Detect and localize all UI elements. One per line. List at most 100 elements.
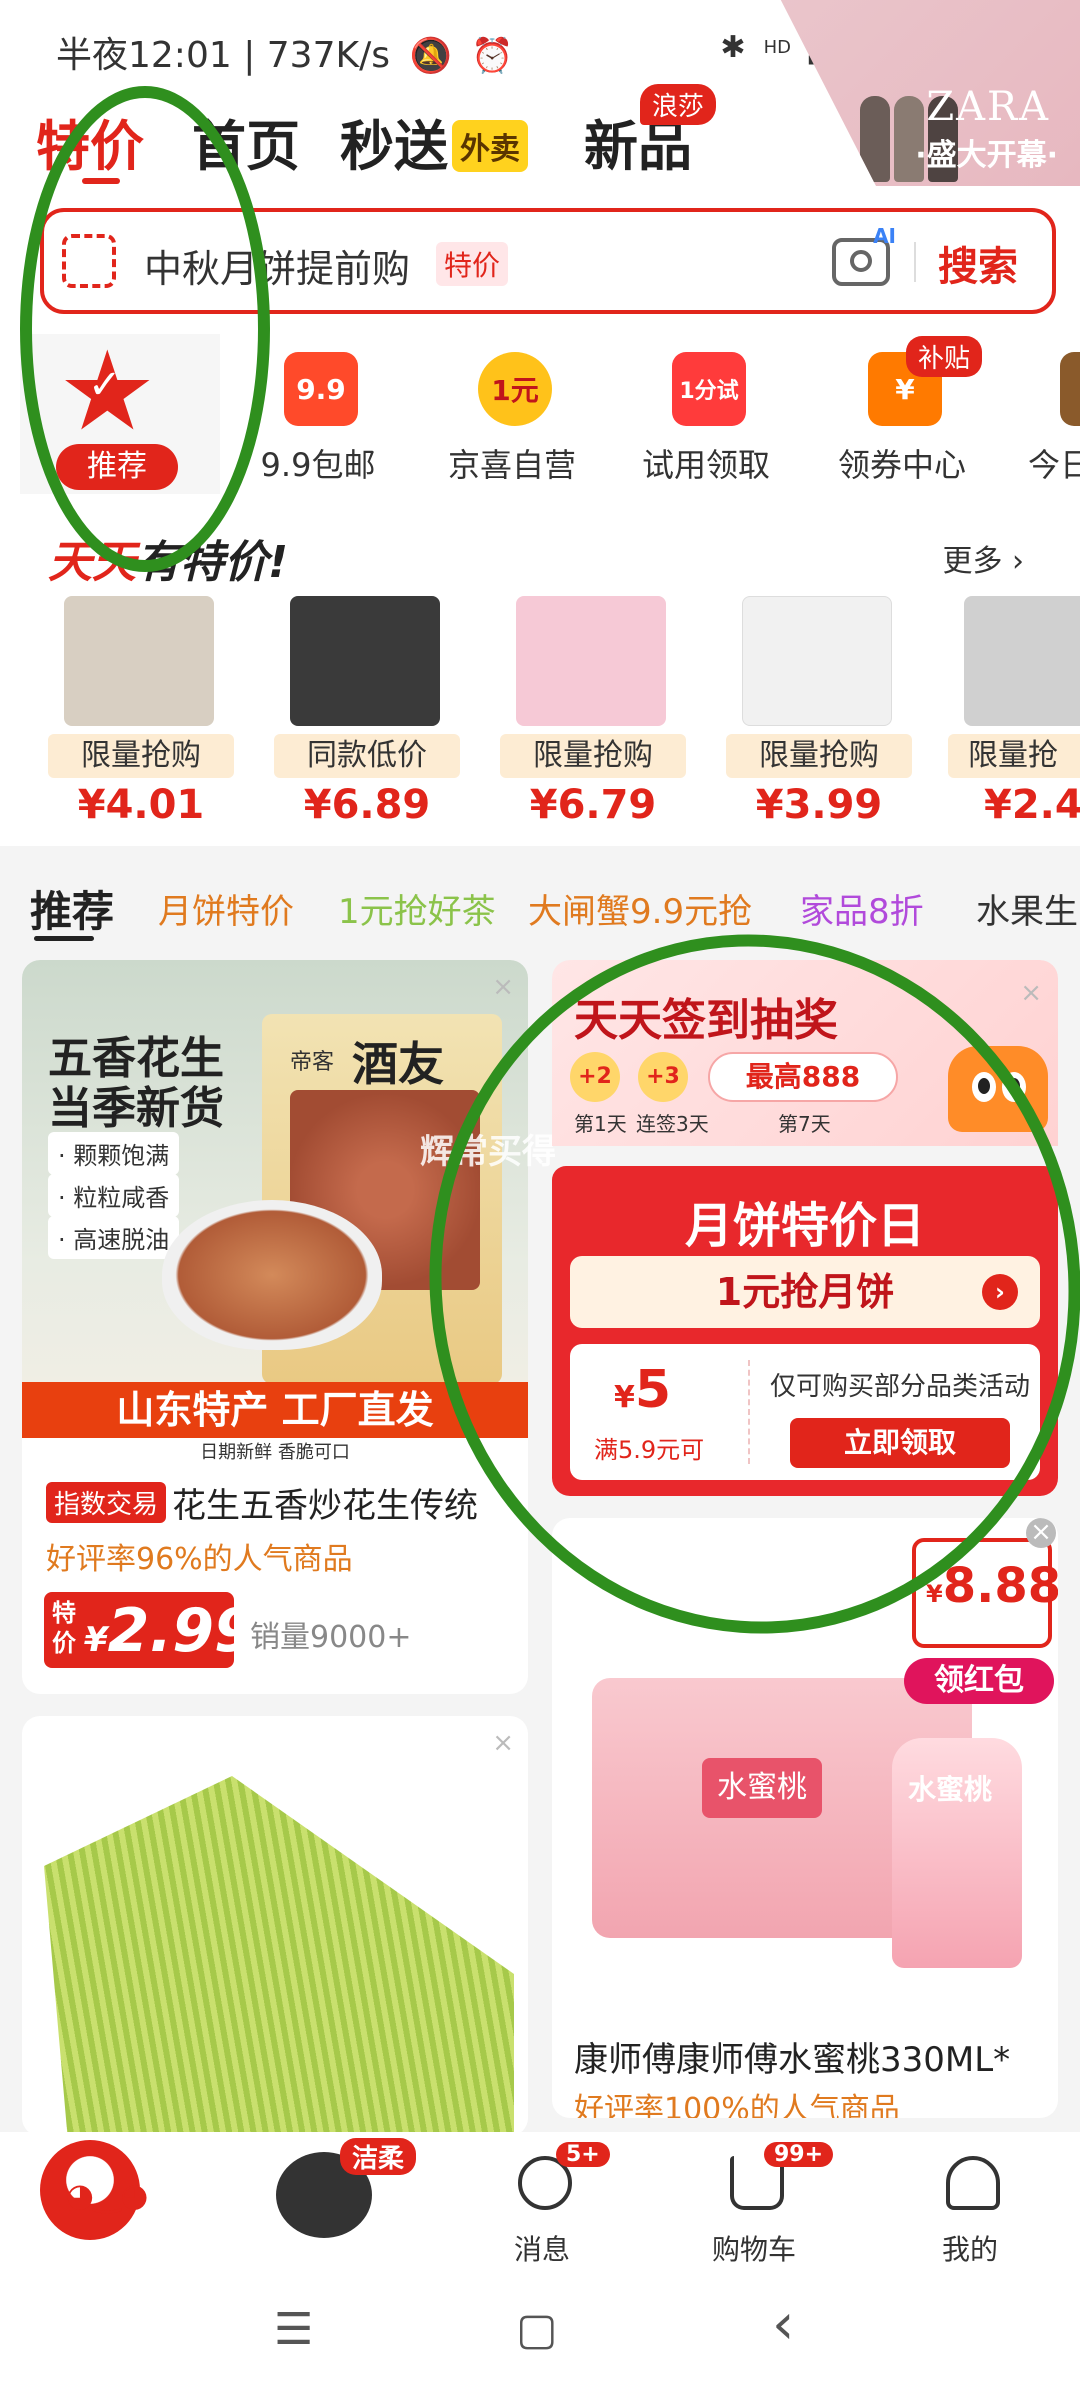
rec-tab-fruit[interactable]: 水果生: [976, 884, 1078, 933]
nav-label: 消息: [513, 2233, 570, 2266]
signin-max: 最高888: [708, 1052, 898, 1102]
camera-lens: [850, 250, 872, 272]
mute-icon: 🔕: [409, 36, 452, 76]
category-row: ★ ✓ 推荐 9.9 9.9包邮 1元 京喜自营 1分试 试用领取 ¥ 领券中心…: [0, 332, 1080, 500]
signin-card[interactable]: 天天签到抽奖 × +2 +3 最高888 第1天 连签3天 第7天 月饼特价日 …: [552, 960, 1058, 1496]
deal-item[interactable]: 限量抢购 ¥3.99: [722, 596, 912, 836]
deal-tag: 限量抢购: [500, 734, 686, 778]
search-tag: 特价: [436, 242, 509, 286]
tab-miaosong[interactable]: 秒送: [340, 102, 448, 181]
promo-title: 月饼特价日: [684, 1198, 925, 1254]
product-card-peanut[interactable]: 五香花生 当季新货 · 颗颗饱满 · 粒粒咸香 · 高速脱油 帝客 酒友 山东特…: [22, 960, 528, 1694]
close-icon[interactable]: ×: [1026, 1518, 1056, 1548]
active-tab-indicator: [34, 936, 94, 941]
step-label: 第1天: [574, 1112, 627, 1136]
deal-price: ¥6.79: [529, 782, 657, 828]
tab-tejia[interactable]: 特价: [36, 102, 144, 181]
arrow-right-icon: ›: [982, 1274, 1018, 1310]
grab-mooncake-button[interactable]: 1元抢月饼 ›: [570, 1256, 1040, 1328]
bottle-image: 水蜜桃: [892, 1738, 1022, 1968]
product-image: [516, 596, 666, 726]
product-image: [742, 596, 892, 726]
product-image: 五香花生 当季新货 · 颗颗饱满 · 粒粒咸香 · 高速脱油 帝客 酒友 山东特…: [22, 960, 528, 1464]
divider: [914, 242, 916, 282]
product-card-juice[interactable]: 水蜜桃 水蜜桃 ¥8.88 领红包 × 康师傅康师傅水蜜桃330ML* 好评率1…: [552, 1518, 1058, 2118]
search-input[interactable]: 中秋月饼提前购: [144, 238, 410, 293]
deal-item[interactable]: 限量抢购 ¥4.01: [44, 596, 234, 836]
sales-count: 销量9000+: [250, 1620, 412, 1655]
peanut-bowl: [162, 1200, 382, 1350]
box-label: 水蜜桃: [702, 1758, 822, 1818]
category-label: 今日: [1028, 446, 1080, 484]
category-label: 试用领取: [641, 446, 770, 484]
cart-badge: 99+: [764, 2142, 834, 2167]
product-title: 康师傅康师傅水蜜桃330ML*: [574, 2040, 1011, 2080]
signin-step: +2: [570, 1052, 620, 1102]
scan-icon[interactable]: [62, 234, 116, 288]
search-box[interactable]: 中秋月饼提前购 特价 AI 搜索: [40, 208, 1056, 314]
deal-item[interactable]: 限量抢购 ¥6.79: [496, 596, 686, 836]
watermark: 辉常买得: [420, 1132, 556, 1172]
bottom-nav: ◕‿◕ 洁柔 5+ 消息 99+ 购物车 我的: [0, 2132, 1080, 2272]
signin-banner[interactable]: 天天签到抽奖 × +2 +3 最高888 第1天 连签3天 第7天: [552, 960, 1058, 1146]
rec-tab-tea[interactable]: 1元抢好茶: [338, 884, 496, 933]
mascot-face-icon: ◕‿◕: [66, 2176, 149, 2214]
status-left: 半夜12:01 | 737K/s 🔕 ⏰: [56, 35, 514, 76]
bag-brand: 帝客: [290, 1050, 335, 1075]
product-tag: 指数交易: [46, 1482, 167, 1523]
bag-name: 酒友: [352, 1037, 444, 1091]
more-link[interactable]: 更多 ›: [942, 536, 1024, 580]
category-label: 领券中心: [837, 446, 966, 484]
search-button[interactable]: 搜索: [938, 234, 1018, 292]
promo-banner-sub: 日期新鲜 香脆可口: [22, 1438, 528, 1464]
deal-item[interactable]: 同款低价 ¥6.89: [270, 596, 460, 836]
cat-today-icon: [1060, 352, 1080, 426]
message-badge: 5+: [556, 2142, 610, 2167]
coupon-value: ¥5: [614, 1360, 672, 1420]
home-icon[interactable]: ▢: [516, 2304, 558, 2355]
back-icon[interactable]: ‹: [772, 2292, 794, 2357]
product-card-scallion[interactable]: ×: [22, 1716, 528, 2136]
promo-banner: 山东特产 工厂直发: [22, 1382, 528, 1438]
tab-home[interactable]: 首页: [192, 102, 300, 181]
deal-item[interactable]: 限量抢 ¥2.4: [944, 596, 1080, 836]
cat-trial-icon: 1分试: [672, 352, 746, 426]
red-packet-badge[interactable]: ¥8.88 领红包: [904, 1538, 1058, 1706]
deal-price: ¥6.89: [303, 782, 431, 828]
camera-icon[interactable]: AI: [832, 224, 896, 286]
recommendation-tabs: 推荐 月饼特价 1元抢好茶 大闸蟹9.9元抢 家品8折 水果生: [0, 846, 1080, 956]
menu-icon[interactable]: ☰: [274, 2304, 313, 2355]
promo-bullet: · 颗颗饱满: [48, 1132, 180, 1175]
promo-bullet: · 高速脱油: [48, 1216, 180, 1259]
alarm-icon: ⏰: [471, 36, 514, 76]
rec-tab-recommend[interactable]: 推荐: [30, 878, 114, 939]
close-icon[interactable]: ×: [492, 1728, 514, 1758]
mooncake-promo[interactable]: 月饼特价日 1元抢月饼 › ¥5 满5.9元可 仅可购买部分品类活动 立即领取: [552, 1166, 1058, 1496]
rec-tab-crab[interactable]: 大闸蟹9.9元抢: [528, 884, 752, 933]
close-icon[interactable]: ×: [492, 972, 514, 1002]
close-icon[interactable]: ×: [1020, 978, 1042, 1008]
person-icon: [946, 2156, 1000, 2210]
check-icon: ✓: [88, 362, 122, 408]
category-label: 9.9包邮: [260, 446, 376, 484]
zara-caption: ·盛大开幕·: [915, 138, 1058, 173]
deal-tag: 同款低价: [274, 734, 460, 778]
product-image: 水蜜桃 水蜜桃: [592, 1678, 1022, 1968]
promo-bullet: · 粒粒咸香: [48, 1174, 180, 1217]
cat-1yuan-icon: 1元: [478, 352, 552, 426]
coupon-condition: 满5.9元可: [594, 1436, 705, 1464]
rec-tab-home[interactable]: 家品8折: [800, 884, 924, 933]
nav-label: 购物车: [711, 2233, 796, 2266]
deal-tag: 限量抢: [948, 734, 1080, 778]
deal-price: ¥4.01: [77, 782, 205, 828]
product-image: [64, 596, 214, 726]
status-time: 半夜12:01: [56, 35, 232, 76]
red-packet-label: 领红包: [904, 1658, 1054, 1704]
product-image: [290, 596, 440, 726]
coupon: ¥5 满5.9元可 仅可购买部分品类活动 立即领取: [570, 1344, 1040, 1480]
rec-tab-mooncake[interactable]: 月饼特价: [158, 884, 294, 933]
claim-button[interactable]: 立即领取: [790, 1418, 1010, 1468]
product-image: [44, 1776, 514, 2136]
daily-deals: 天天有特价! 更多 › 限量抢购 ¥4.01 同款低价 ¥6.89 限量抢购 ¥…: [0, 500, 1080, 846]
red-packet-card: ¥8.88: [912, 1538, 1058, 1648]
